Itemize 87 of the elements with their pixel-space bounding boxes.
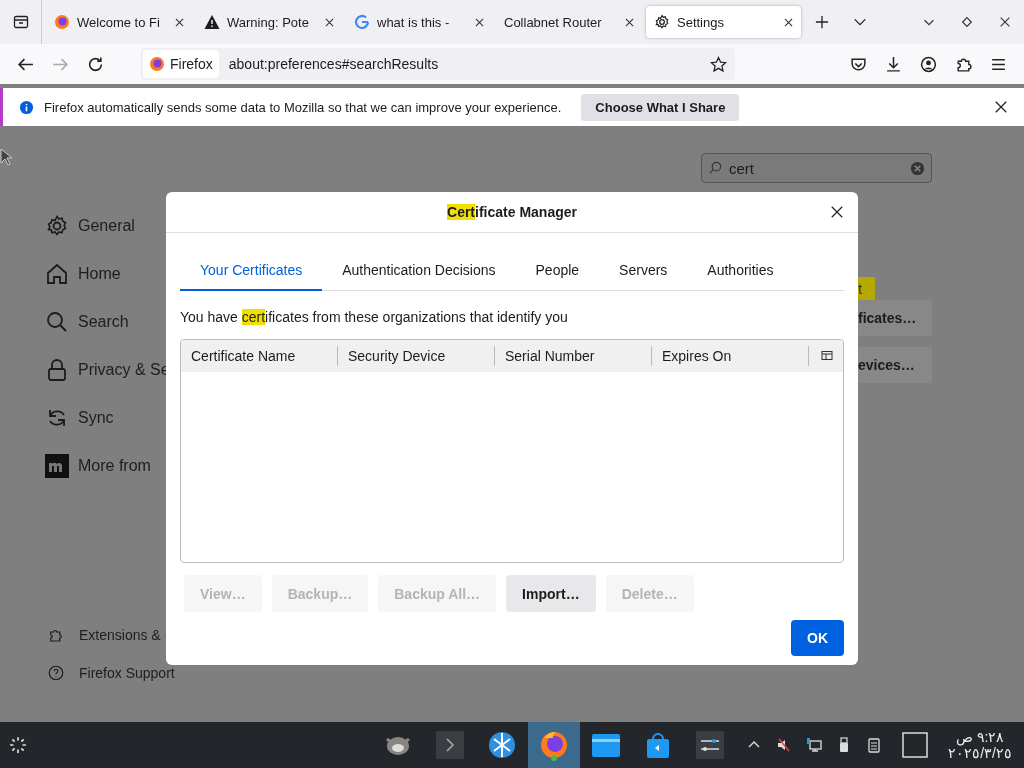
clear-icon[interactable] [910, 160, 925, 176]
puzzle-icon[interactable] [955, 55, 972, 73]
column-picker-icon[interactable] [821, 350, 833, 362]
sidebar-label: Home [78, 265, 121, 283]
sidebar-label: More from [78, 457, 151, 475]
firefox-icon [54, 14, 70, 30]
close-icon[interactable] [994, 100, 1008, 114]
mouse-cursor-icon [0, 148, 12, 166]
column-header[interactable]: Expires On [652, 346, 809, 366]
warning-icon [204, 14, 220, 30]
tab-title: Settings [677, 14, 725, 30]
account-icon[interactable] [920, 55, 937, 73]
browser-tab[interactable]: Collabnet Router [496, 6, 642, 38]
dialog-button[interactable]: Import… [506, 575, 596, 612]
sidebar-label: Search [78, 313, 129, 331]
browser-tab[interactable]: Warning: Pote [196, 6, 342, 38]
close-icon[interactable] [475, 17, 484, 27]
firefox-icon [149, 56, 165, 72]
clock-time: ٩:٢٨ ص [955, 729, 1005, 745]
home-icon [45, 262, 69, 286]
download-icon[interactable] [885, 55, 902, 73]
notification-message: Firefox automatically sends some data to Mozilla so that we can improve your experience. [44, 99, 562, 115]
tab-title: Welcome to Fi [77, 14, 161, 30]
browser-tab[interactable]: what is this - [346, 6, 492, 38]
search-icon [708, 160, 723, 176]
diamond-icon[interactable] [960, 15, 974, 29]
close-icon[interactable] [784, 17, 793, 27]
google-g-icon [354, 14, 370, 30]
choose-what-i-share-button[interactable]: Choose What I Share [581, 93, 740, 121]
dialog-tab[interactable]: Your Certificates [180, 251, 323, 291]
address-bar[interactable]: Firefox about:preferences#searchResults [141, 48, 735, 80]
dialog-tab[interactable]: Authentication Decisions [322, 251, 516, 291]
search-value: cert [729, 159, 754, 177]
sidebar-item[interactable]: Home [45, 262, 166, 286]
sidebar-link[interactable]: Firefox Support [45, 664, 175, 682]
settings-button[interactable]: ficates… [858, 300, 932, 336]
dialog-tab[interactable]: Servers [599, 251, 688, 291]
sidebar-link[interactable]: Extensions & [45, 626, 161, 644]
show-desktop-icon[interactable] [902, 732, 929, 758]
sidebar-link-label: Firefox Support [79, 665, 175, 681]
search-field[interactable]: cert [701, 153, 932, 183]
tab-title: Warning: Pote [227, 14, 310, 30]
info-icon [19, 99, 34, 115]
gear-icon [45, 214, 69, 238]
close-icon[interactable] [175, 17, 184, 27]
dialog-tab[interactable]: People [515, 251, 600, 291]
tab-title: what is this - [377, 14, 451, 30]
sidebar-label: Sync [78, 409, 114, 427]
close-icon[interactable] [325, 17, 334, 27]
sidebar-label: General [78, 217, 135, 235]
sliders-icon[interactable] [694, 729, 727, 761]
launcher-icon[interactable] [9, 736, 27, 754]
gear-icon [654, 14, 670, 30]
dialog-title: Certificate Manager [447, 204, 577, 220]
pocket-icon[interactable] [850, 55, 867, 73]
dialog-tab[interactable]: Authorities [687, 251, 794, 291]
terminal-icon[interactable] [434, 729, 467, 761]
tab-title: Collabnet Router [504, 14, 603, 30]
network-monitor-icon[interactable] [806, 737, 823, 753]
column-header[interactable]: Serial Number [495, 346, 652, 366]
sidebar-item[interactable]: Sync [45, 406, 166, 430]
column-header[interactable]: Security Device [338, 346, 495, 366]
clipboard-icon[interactable] [866, 737, 883, 753]
sidebar-link-label: Extensions & [79, 627, 161, 643]
sidebar-item[interactable]: Search [45, 310, 166, 334]
help-icon [47, 664, 65, 682]
url-text: about:preferences#searchResults [228, 56, 439, 72]
identity-button[interactable]: Firefox [143, 50, 219, 78]
lock-icon [45, 358, 69, 382]
browser-tab[interactable]: Settings [646, 6, 801, 38]
close-icon[interactable] [998, 15, 1012, 29]
description-text: You have certificates from these organizations that identify you [180, 308, 569, 327]
reload-icon[interactable] [87, 55, 104, 73]
plus-icon[interactable] [815, 15, 829, 29]
column-header[interactable]: Certificate Name [181, 346, 338, 366]
browser-tab[interactable]: Welcome to Fi [46, 6, 192, 38]
star-icon[interactable] [710, 55, 727, 73]
close-icon[interactable] [830, 205, 844, 219]
mozilla-m-icon [45, 454, 69, 478]
sidebar-item[interactable]: General [45, 214, 166, 238]
ok-button[interactable]: OK [791, 620, 844, 656]
search-icon [45, 310, 69, 334]
clock-date: ٢٠٢٥/٣/٢٥ [948, 745, 1012, 761]
settings-button[interactable]: evices… [858, 347, 932, 383]
close-icon[interactable] [625, 17, 634, 27]
highlighted-text: t [858, 277, 875, 300]
sidebar-item[interactable]: More from [45, 454, 166, 478]
